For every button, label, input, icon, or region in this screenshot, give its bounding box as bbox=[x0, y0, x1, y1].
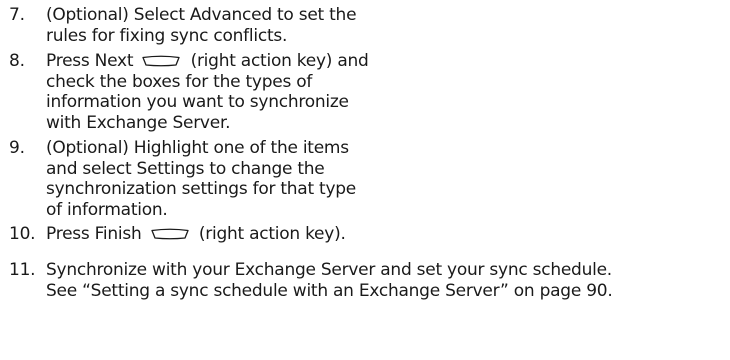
step-line: Press Next (right action key) and bbox=[46, 51, 369, 72]
step-line: of information. bbox=[46, 199, 168, 220]
step-number: 7. bbox=[9, 5, 25, 25]
step-number: 10. bbox=[9, 224, 36, 244]
step-number: 8. bbox=[9, 51, 25, 71]
step-text: (Optional) Highlight one of the items an… bbox=[46, 138, 356, 220]
step-number: 11. bbox=[9, 260, 36, 280]
step-line: (Optional) Select Advanced to set the bbox=[46, 5, 357, 25]
step-line: with Exchange Server. bbox=[46, 112, 231, 133]
step-line: and select Settings to change the bbox=[46, 158, 325, 179]
step-line: See “Setting a sync schedule with an Exc… bbox=[46, 280, 613, 301]
step-line: information you want to synchronize bbox=[46, 92, 349, 112]
step-line: Synchronize with your Exchange Server an… bbox=[46, 260, 612, 280]
step-text-segment: Press Finish bbox=[46, 224, 142, 244]
right-action-key-icon bbox=[140, 54, 182, 68]
step-text: (Optional) Select Advanced to set the ru… bbox=[46, 5, 357, 46]
step-line: check the boxes for the types of bbox=[46, 71, 313, 92]
step-number: 9. bbox=[9, 138, 25, 158]
step-line: synchronization settings for that type bbox=[46, 179, 357, 199]
step-line: (Optional) Highlight one of the items bbox=[46, 138, 349, 158]
step-text: Press Next (right action key) and check … bbox=[46, 51, 369, 133]
step-text-segment: Press Next bbox=[46, 51, 134, 71]
step-line: Press Finish (right action key). bbox=[46, 224, 346, 245]
step-text-segment: (right action key) and bbox=[190, 51, 369, 71]
step-text-segment: (right action key). bbox=[198, 224, 346, 244]
step-text: Synchronize with your Exchange Server an… bbox=[46, 260, 613, 301]
step-line: rules for fixing sync conflicts. bbox=[46, 25, 288, 46]
step-text: Press Finish (right action key). bbox=[46, 224, 346, 245]
right-action-key-icon bbox=[149, 227, 191, 241]
